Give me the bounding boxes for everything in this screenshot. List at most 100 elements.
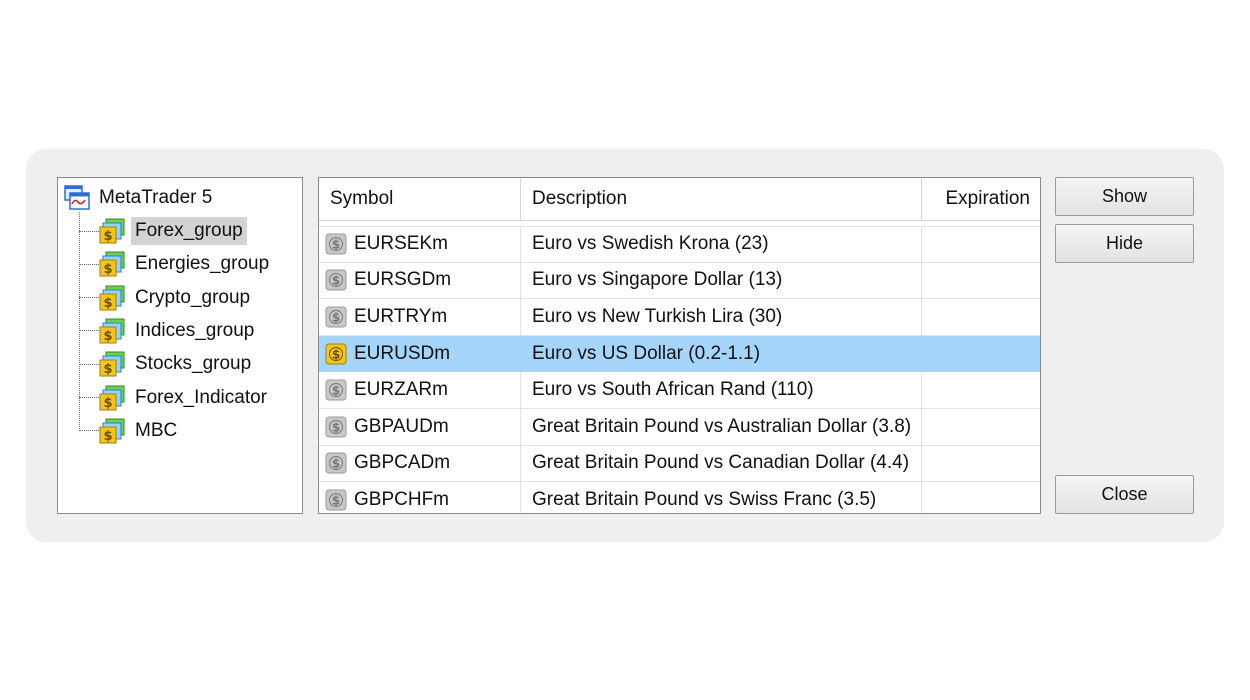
symbol-cell: $ EURUSDm (319, 335, 521, 372)
tree-item-stocks-group[interactable]: $ Stocks_group (79, 349, 255, 379)
expiration-cell (922, 446, 1040, 482)
symbol-cell: $ EURZARm (319, 372, 521, 408)
description-cell: Euro vs Singapore Dollar (13) (521, 262, 922, 299)
table-row[interactable]: $ GBPAUDm Great Britain Pound vs Australia… (319, 408, 1040, 446)
svg-text:$: $ (103, 429, 112, 444)
tree-branch-line (79, 297, 99, 299)
symbol-name: EURSEKm (354, 232, 448, 254)
dollar-symbol-icon: $ (325, 233, 347, 255)
tree-branch-line (79, 230, 99, 232)
symbol-name: GBPAUDm (354, 415, 449, 437)
dollar-symbol-icon: $ (325, 269, 347, 291)
tree-branch-line (79, 263, 99, 265)
symbol-name: EURZARm (354, 379, 448, 401)
dollar-symbol-icon: $ (325, 416, 347, 438)
tree-branch-line (79, 397, 99, 398)
tree-item-forex-group[interactable]: $ Forex_group (79, 216, 247, 246)
symbol-folder-icon: $ (99, 318, 125, 344)
symbol-cell: $ EURSGDm (319, 262, 521, 299)
column-header-symbol[interactable]: Symbol (319, 178, 521, 220)
expiration-cell (922, 482, 1040, 513)
table-row[interactable]: $ EURSGDm Euro vs Singapore Dollar (13) (319, 262, 1040, 300)
tree-item-energies-group[interactable]: $ Energies_group (79, 249, 273, 279)
dollar-symbol-icon: $ (325, 306, 347, 328)
tree-root-label: MetaTrader 5 (99, 187, 213, 208)
description-cell: Euro vs South African Rand (110) (521, 372, 922, 408)
svg-text:$: $ (332, 274, 340, 288)
symbol-cell: $ EURSEKm (319, 226, 521, 262)
column-header-description[interactable]: Description (521, 178, 922, 220)
description-cell: Euro vs Swedish Krona (23) (521, 226, 922, 262)
expiration-cell (922, 409, 1040, 445)
symbol-folder-icon: $ (99, 285, 125, 311)
svg-text:$: $ (103, 229, 112, 244)
column-header-expiration[interactable]: Expiration (922, 178, 1040, 220)
symbols-dialog: MetaTrader 5 $ Forex_group $ Energies_group… (26, 149, 1224, 542)
show-button[interactable]: Show (1055, 177, 1194, 216)
symbol-folder-icon: $ (99, 251, 125, 277)
expiration-cell (922, 372, 1040, 408)
description-cell: Euro vs US Dollar (0.2-1.1) (521, 335, 922, 372)
symbols-table[interactable]: Symbol Description Expiration $ EURSEKm Eu… (318, 177, 1041, 514)
tree-item-indices-group[interactable]: $ Indices_group (79, 316, 258, 346)
symbol-folder-icon: $ (99, 351, 125, 377)
symbol-cell: $ GBPAUDm (319, 408, 521, 445)
expiration-cell (922, 226, 1040, 262)
tree-item-crypto-group[interactable]: $ Crypto_group (79, 283, 254, 313)
description-cell: Great Britain Pound vs Swiss Franc (3.5) (521, 482, 922, 513)
table-row[interactable]: $ EURTRYm Euro vs New Turkish Lira (30) (319, 299, 1040, 336)
table-row[interactable]: $ EURZARm Euro vs South African Rand (110) (319, 372, 1040, 409)
symbol-group-tree[interactable]: MetaTrader 5 $ Forex_group $ Energies_group… (57, 177, 303, 514)
svg-text:$: $ (103, 362, 112, 377)
tree-item-label: Stocks_group (135, 353, 252, 375)
dollar-symbol-icon: $ (325, 379, 347, 401)
dollar-symbol-active-icon: $ (325, 343, 347, 365)
svg-text:$: $ (332, 237, 340, 251)
symbol-name: EURUSDm (354, 342, 451, 364)
svg-text:$: $ (332, 347, 340, 361)
table-row[interactable]: $ EURUSDm Euro vs US Dollar (0.2-1.1) (319, 335, 1040, 373)
svg-text:$: $ (103, 296, 112, 311)
symbol-name: GBPCHFm (354, 488, 449, 510)
dollar-symbol-icon: $ (325, 489, 347, 511)
table-header: Symbol Description Expiration (319, 178, 1040, 221)
symbol-cell: $ GBPCHFm (319, 482, 521, 513)
table-row[interactable]: $ GBPCADm Great Britain Pound vs Canadian … (319, 445, 1040, 483)
svg-text:$: $ (332, 457, 340, 471)
tree-branch-line (79, 330, 99, 332)
symbol-folder-icon: $ (99, 218, 125, 244)
symbol-name: EURSGDm (354, 269, 452, 291)
svg-text:$: $ (332, 310, 340, 324)
description-cell: Great Britain Pound vs Canadian Dollar (… (521, 445, 922, 482)
svg-text:$: $ (103, 329, 112, 344)
expiration-cell (922, 263, 1040, 299)
symbol-name: GBPCADm (354, 452, 451, 474)
table-row[interactable]: $ GBPCHFm Great Britain Pound vs Swiss Fra… (319, 482, 1040, 513)
dollar-symbol-icon: $ (325, 452, 347, 474)
tree-item-label: MBC (135, 419, 178, 441)
symbol-folder-icon: $ (99, 385, 125, 411)
tree-item-label: Forex_group (131, 217, 247, 245)
svg-text:$: $ (103, 396, 112, 411)
table-body: $ EURSEKm Euro vs Swedish Krona (23) $ EURSG… (319, 226, 1040, 513)
tree-branch-line (79, 430, 99, 432)
symbol-cell: $ GBPCADm (319, 445, 521, 482)
description-cell: Euro vs New Turkish Lira (30) (521, 299, 922, 335)
tree-item-forex-indicator[interactable]: $ Forex_Indicator (79, 383, 271, 413)
expiration-cell (922, 299, 1040, 335)
svg-text:$: $ (103, 262, 112, 277)
table-row[interactable]: $ EURSEKm Euro vs Swedish Krona (23) (319, 226, 1040, 263)
tree-item-label: Forex_Indicator (135, 386, 268, 408)
tree-root-metatrader[interactable]: MetaTrader 5 (64, 184, 212, 212)
symbol-name: EURTRYm (354, 305, 448, 327)
symbol-cell: $ EURTRYm (319, 299, 521, 335)
description-cell: Great Britain Pound vs Australian Dollar… (521, 408, 922, 445)
hide-button[interactable]: Hide (1055, 224, 1194, 263)
svg-text:$: $ (332, 420, 340, 434)
metatrader-terminal-icon (64, 185, 90, 210)
symbol-folder-icon: $ (99, 418, 125, 444)
tree-branch-line (79, 363, 99, 365)
tree-item-label: Indices_group (135, 319, 255, 341)
close-button[interactable]: Close (1055, 475, 1194, 514)
tree-item-mbc[interactable]: $ MBC (79, 416, 181, 446)
